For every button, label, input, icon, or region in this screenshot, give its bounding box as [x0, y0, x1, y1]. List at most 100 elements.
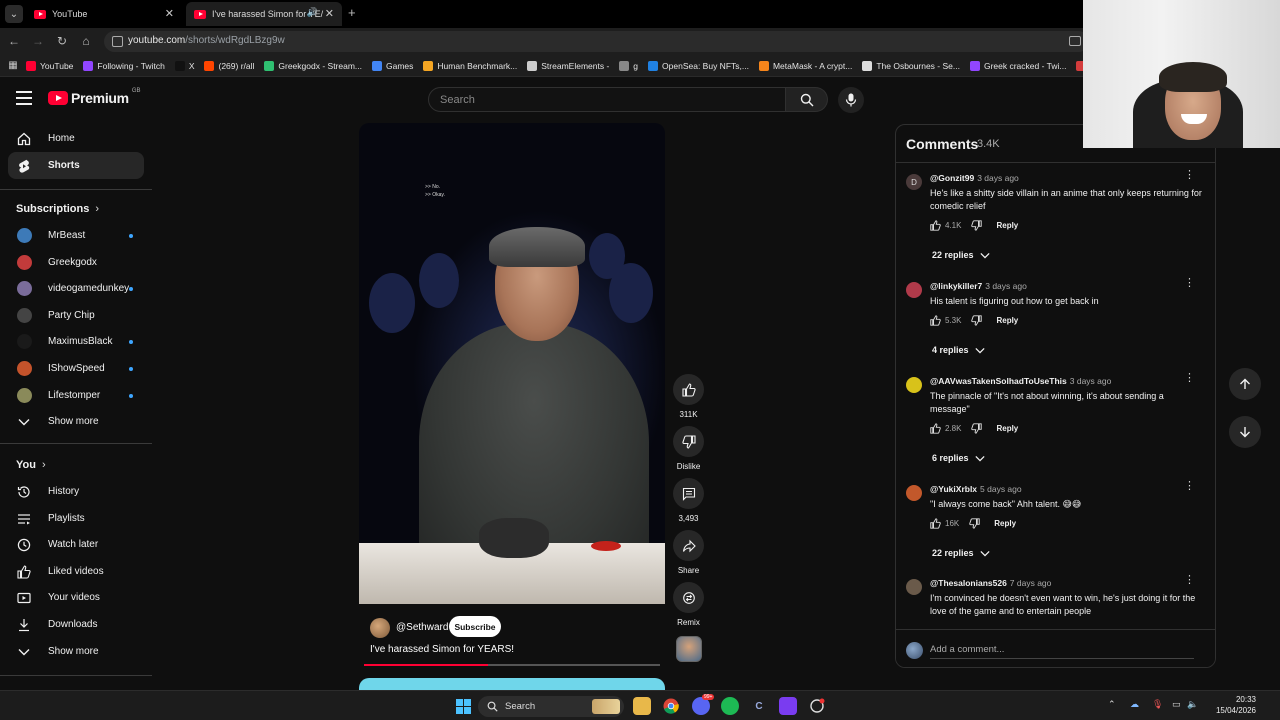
recording-app-icon[interactable] — [808, 697, 826, 715]
chrome-icon[interactable] — [662, 697, 680, 715]
system-clock[interactable]: 20:33 15/04/2026 — [1204, 694, 1256, 716]
more-actions-icon[interactable]: ⋮ — [1184, 481, 1195, 492]
sidebar-item-channel[interactable]: IShowSpeed — [8, 355, 144, 382]
comment-author[interactable]: @YukiXrblx — [930, 484, 977, 494]
site-info-icon[interactable] — [112, 36, 123, 47]
calculator-icon[interactable] — [779, 697, 797, 715]
sidebar-item-channel[interactable]: Lifestomper — [8, 382, 144, 409]
sidebar-item-liked-videos[interactable]: Liked videos — [8, 558, 144, 585]
next-short-preview[interactable] — [359, 678, 665, 690]
discord-icon[interactable]: 99+ — [692, 694, 715, 715]
more-actions-icon[interactable]: ⋮ — [1184, 278, 1195, 289]
remix-button[interactable]: Remix — [673, 582, 704, 627]
reply-button[interactable]: Reply — [996, 316, 1018, 325]
bookmark-item[interactable]: Greekgodx - Stream... — [264, 60, 362, 71]
dislike-icon[interactable] — [971, 315, 983, 326]
sidebar-item-watch-later[interactable]: Watch later — [8, 531, 144, 558]
start-button[interactable] — [454, 697, 472, 715]
bookmark-item[interactable]: X — [174, 60, 194, 71]
home-button-icon[interactable]: ⌂ — [78, 33, 94, 49]
add-comment-input[interactable]: Add a comment... — [930, 644, 1194, 659]
share-button[interactable]: Share — [673, 530, 704, 575]
commenter-avatar[interactable]: D — [906, 174, 922, 190]
browser-tab-youtube[interactable]: YouTube ✕ — [26, 2, 182, 26]
comment-time[interactable]: 3 days ago — [985, 281, 1027, 291]
reply-button[interactable]: Reply — [994, 519, 1016, 528]
search-input[interactable]: Search — [428, 87, 786, 112]
youtube-premium-logo[interactable]: Premium GB — [48, 88, 140, 106]
short-video-player[interactable]: >> No. >> Okay. — [359, 123, 665, 604]
sidebar-item-your-videos[interactable]: Your videos — [8, 584, 144, 611]
comment-time[interactable]: 3 days ago — [1070, 376, 1112, 386]
sidebar-item-channel[interactable]: Party Chip — [8, 302, 144, 329]
subscribe-button[interactable]: Subscribe — [449, 616, 501, 637]
you-show-more[interactable]: Show more — [8, 638, 144, 665]
search-button[interactable] — [786, 87, 828, 112]
close-tab-icon[interactable]: ✕ — [325, 7, 334, 20]
like-icon[interactable] — [930, 315, 941, 326]
view-replies-button[interactable]: 22 replies — [932, 548, 990, 558]
bookmark-item[interactable]: Greek cracked - Twi... — [969, 60, 1066, 71]
more-actions-icon[interactable]: ⋮ — [1184, 170, 1195, 181]
commenter-avatar[interactable] — [906, 377, 922, 393]
dislike-icon[interactable] — [971, 220, 983, 231]
bookmark-item[interactable]: YouTube — [26, 60, 73, 71]
bookmark-item[interactable]: Following - Twitch — [83, 60, 165, 71]
network-icon[interactable]: ▭ — [1172, 699, 1181, 710]
comment-time[interactable]: 7 days ago — [1010, 578, 1052, 588]
subscriptions-show-more[interactable]: Show more — [8, 408, 144, 435]
sidebar-item-channel[interactable]: MaximusBlack — [8, 328, 144, 355]
comment-time[interactable]: 3 days ago — [977, 173, 1019, 183]
app-icon[interactable]: C — [750, 697, 768, 715]
like-button[interactable]: 311K — [673, 374, 704, 419]
commenter-avatar[interactable] — [906, 485, 922, 501]
address-bar[interactable]: youtube.com/shorts/wdRgdLBzg9w — [104, 31, 1089, 52]
apps-grid-icon[interactable]: ▦ — [0, 55, 26, 77]
bookmark-item[interactable]: StreamElements - — [527, 60, 609, 71]
comment-time[interactable]: 5 days ago — [980, 484, 1022, 494]
channel-avatar[interactable] — [370, 618, 390, 638]
mic-tray-icon[interactable]: 🎙 — [1152, 699, 1163, 710]
bookmark-item[interactable]: OpenSea: Buy NFTs,... — [648, 60, 749, 71]
onedrive-icon[interactable]: ☁ — [1130, 699, 1139, 710]
you-heading[interactable]: You › — [16, 459, 46, 471]
tray-overflow-icon[interactable]: ⌃ — [1108, 699, 1116, 710]
comment-author[interactable]: @AAVwasTakenSolhadToUseThis — [930, 376, 1067, 386]
new-tab-icon[interactable]: + — [348, 5, 356, 20]
forward-icon[interactable]: → — [30, 33, 46, 49]
view-replies-button[interactable]: 22 replies — [932, 250, 990, 260]
volume-icon[interactable]: 🔈 — [1187, 699, 1198, 710]
comment-author[interactable]: @Thesalonians526 — [930, 578, 1007, 588]
browser-tab-short[interactable]: I've harassed Simon for YE/ 🔊 ✕ — [186, 2, 342, 26]
file-explorer-icon[interactable] — [633, 697, 651, 715]
view-replies-button[interactable]: 6 replies — [932, 453, 985, 463]
bookmark-item[interactable]: Human Benchmark... — [423, 60, 517, 71]
like-icon[interactable] — [930, 518, 941, 529]
channel-name[interactable]: @Sethward — [396, 622, 448, 633]
taskbar-search[interactable]: Search — [478, 696, 624, 717]
close-tab-icon[interactable]: ✕ — [165, 7, 174, 20]
dislike-button[interactable]: Dislike — [673, 426, 704, 471]
menu-icon[interactable] — [16, 91, 32, 105]
spotify-icon[interactable] — [721, 697, 739, 715]
bookmark-item[interactable]: The Osbournes - Se... — [862, 60, 960, 71]
sidebar-item-playlists[interactable]: Playlists — [8, 505, 144, 532]
sidebar-item-downloads[interactable]: Downloads — [8, 611, 144, 638]
back-icon[interactable]: ← — [6, 33, 22, 49]
view-replies-button[interactable]: 4 replies — [932, 345, 985, 355]
voice-search-button[interactable] — [838, 87, 864, 113]
bookmark-item[interactable]: MetaMask - A crypt... — [758, 60, 852, 71]
like-icon[interactable] — [930, 220, 941, 231]
reply-button[interactable]: Reply — [996, 424, 1018, 433]
picture-in-picture-icon[interactable] — [1069, 36, 1081, 46]
dislike-icon[interactable] — [971, 423, 983, 434]
bookmark-item[interactable]: (269) r/all — [204, 60, 254, 71]
commenter-avatar[interactable] — [906, 579, 922, 595]
sidebar-item-channel[interactable]: MrBeast — [8, 222, 144, 249]
tab-search-icon[interactable]: ⌄ — [5, 5, 23, 23]
sidebar-item-home[interactable]: Home — [8, 125, 144, 152]
video-progress-bar[interactable] — [364, 664, 660, 666]
sidebar-item-channel[interactable]: videogamedunkey — [8, 275, 144, 302]
sound-thumbnail[interactable] — [676, 636, 702, 662]
next-short-button[interactable] — [1229, 416, 1261, 448]
